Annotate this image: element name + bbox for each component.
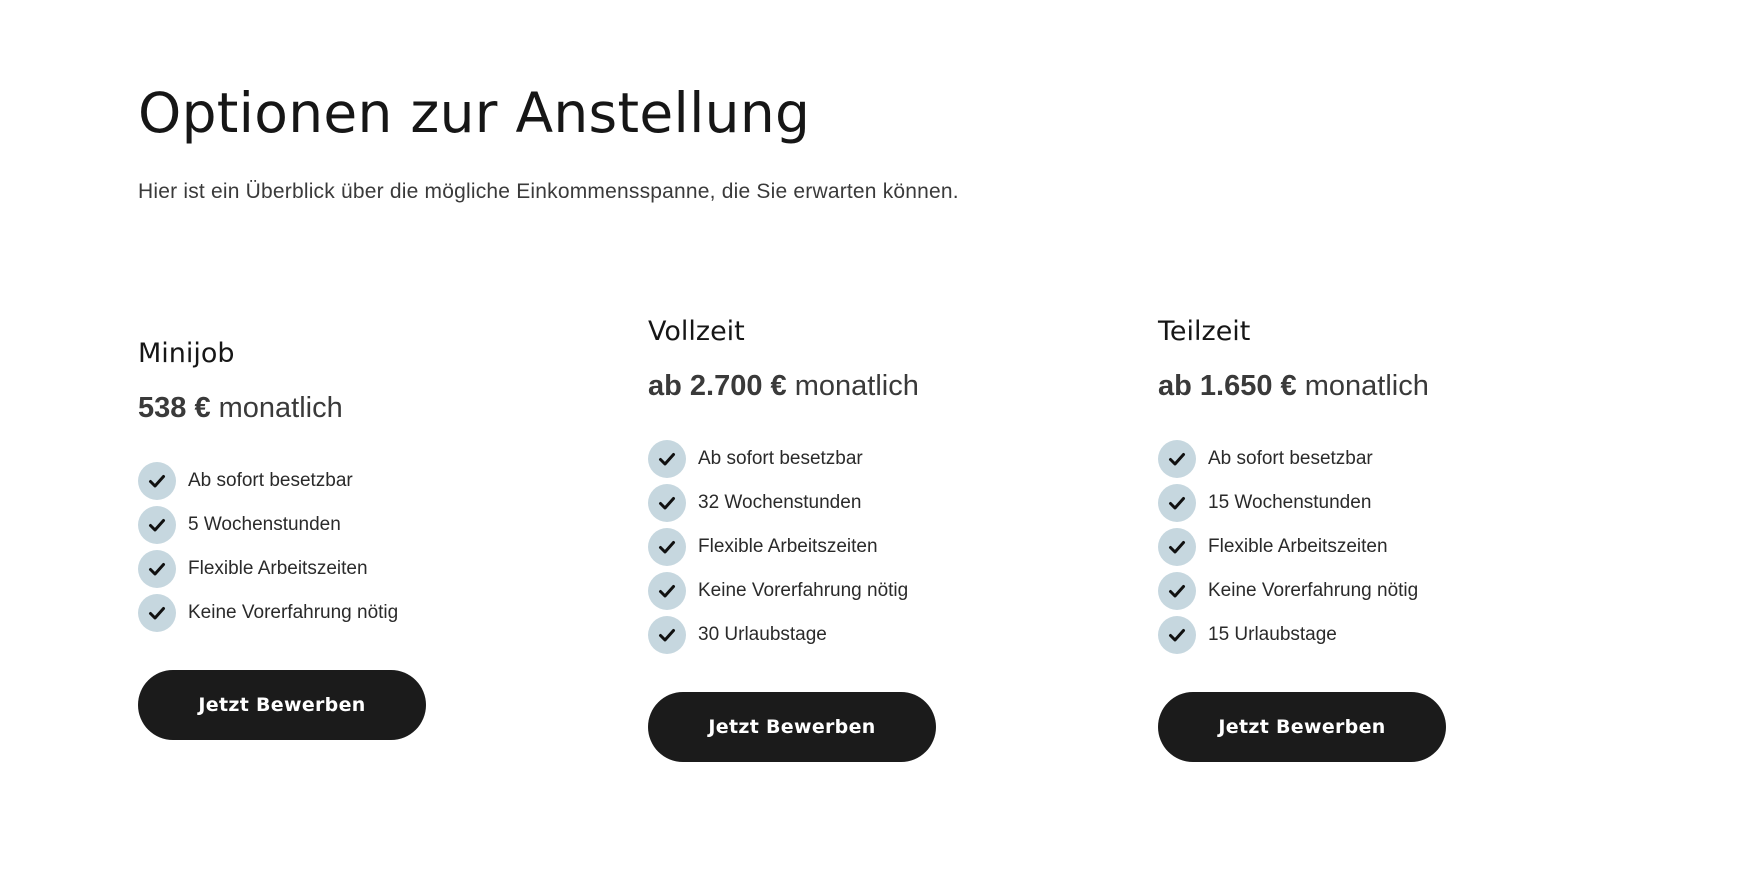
feature-label: Flexible Arbeitszeiten (1208, 536, 1388, 557)
check-icon (1158, 484, 1196, 522)
check-icon (138, 594, 176, 632)
plan-price: ab 2.700 € monatlich (648, 368, 1068, 404)
feature-label: 5 Wochenstunden (188, 514, 341, 535)
apply-button-minijob[interactable]: Jetzt Bewerben (138, 670, 426, 740)
plan-price: ab 1.650 € monatlich (1158, 368, 1578, 404)
feature-label: Ab sofort besetzbar (188, 470, 353, 491)
plan-card-minijob: Minijob 538 € monatlich Ab sofort besetz… (138, 336, 558, 740)
plan-card-vollzeit: Vollzeit ab 2.700 € monatlich Ab sofort … (648, 314, 1068, 762)
plan-card-teilzeit: Teilzeit ab 1.650 € monatlich Ab sofort … (1158, 314, 1578, 762)
feature-item: Flexible Arbeitszeiten (648, 528, 1068, 566)
check-icon (138, 462, 176, 500)
apply-button-vollzeit[interactable]: Jetzt Bewerben (648, 692, 936, 762)
feature-list: Ab sofort besetzbar 32 Wochenstunden Fle… (648, 440, 1068, 654)
check-icon (648, 572, 686, 610)
feature-item: Keine Vorerfahrung nötig (138, 594, 558, 632)
price-period: monatlich (1304, 370, 1429, 402)
plan-price: 538 € monatlich (138, 390, 558, 426)
plan-name: Teilzeit (1158, 316, 1251, 347)
feature-item: 5 Wochenstunden (138, 506, 558, 544)
feature-label: 15 Wochenstunden (1208, 492, 1372, 513)
check-icon (648, 616, 686, 654)
feature-item: Ab sofort besetzbar (648, 440, 1068, 478)
price-period: monatlich (794, 370, 919, 402)
feature-item: Flexible Arbeitszeiten (138, 550, 558, 588)
price-amount: ab 2.700 € (648, 370, 787, 402)
check-icon (138, 506, 176, 544)
price-period: monatlich (218, 392, 343, 424)
feature-item: 15 Wochenstunden (1158, 484, 1578, 522)
check-icon (1158, 616, 1196, 654)
feature-item: 15 Urlaubstage (1158, 616, 1578, 654)
feature-item: 32 Wochenstunden (648, 484, 1068, 522)
check-icon (1158, 528, 1196, 566)
feature-item: Ab sofort besetzbar (1158, 440, 1578, 478)
feature-list: Ab sofort besetzbar 5 Wochenstunden Flex… (138, 462, 558, 632)
employment-options-section: Optionen zur Anstellung Hier ist ein Übe… (138, 0, 1638, 878)
feature-label: Keine Vorerfahrung nötig (698, 580, 909, 601)
feature-item: Flexible Arbeitszeiten (1158, 528, 1578, 566)
feature-list: Ab sofort besetzbar 15 Wochenstunden Fle… (1158, 440, 1578, 654)
feature-label: Ab sofort besetzbar (1208, 448, 1373, 469)
feature-label: Keine Vorerfahrung nötig (1208, 580, 1419, 601)
feature-label: 30 Urlaubstage (698, 624, 827, 645)
page-subtitle: Hier ist ein Überblick über die mögliche… (138, 180, 959, 203)
price-amount: ab 1.650 € (1158, 370, 1297, 402)
apply-button-teilzeit[interactable]: Jetzt Bewerben (1158, 692, 1446, 762)
check-icon (138, 550, 176, 588)
feature-label: Ab sofort besetzbar (698, 448, 863, 469)
price-amount: 538 € (138, 392, 211, 424)
page-title: Optionen zur Anstellung (138, 81, 811, 145)
plan-name: Vollzeit (648, 316, 745, 347)
check-icon (648, 528, 686, 566)
check-icon (1158, 572, 1196, 610)
feature-label: Keine Vorerfahrung nötig (188, 602, 399, 623)
feature-item: 30 Urlaubstage (648, 616, 1068, 654)
plan-name: Minijob (138, 338, 235, 369)
feature-item: Keine Vorerfahrung nötig (648, 572, 1068, 610)
check-icon (648, 440, 686, 478)
feature-label: 15 Urlaubstage (1208, 624, 1337, 645)
feature-label: Flexible Arbeitszeiten (188, 558, 368, 579)
check-icon (648, 484, 686, 522)
feature-label: Flexible Arbeitszeiten (698, 536, 878, 557)
feature-label: 32 Wochenstunden (698, 492, 862, 513)
feature-item: Ab sofort besetzbar (138, 462, 558, 500)
feature-item: Keine Vorerfahrung nötig (1158, 572, 1578, 610)
check-icon (1158, 440, 1196, 478)
